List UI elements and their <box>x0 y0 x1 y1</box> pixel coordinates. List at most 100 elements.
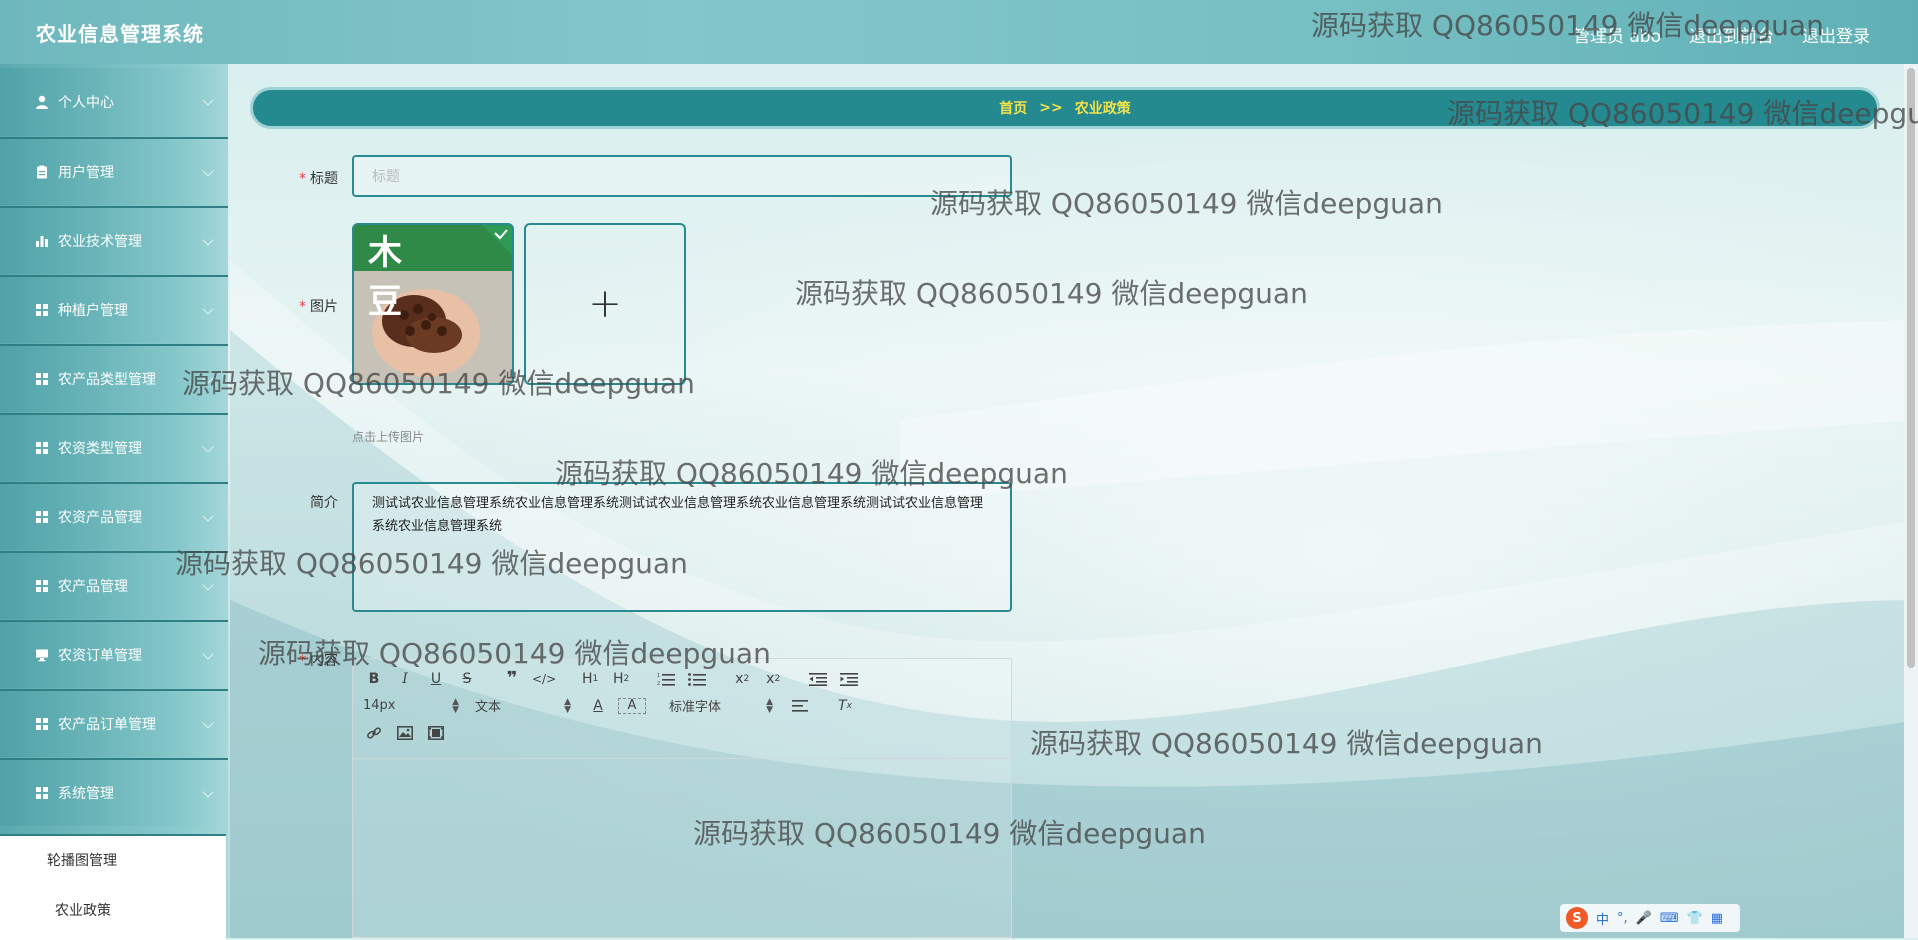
paragraph-select[interactable]: 文本 ▲ ▼ <box>475 696 571 715</box>
content-label: * 内容 <box>299 653 338 669</box>
breadcrumb: 首页 >> 农业政策 <box>250 87 1880 129</box>
heading1-icon[interactable]: H1 <box>579 669 601 689</box>
title-field[interactable] <box>352 155 1012 197</box>
sidebar-item-label: 农资订单管理 <box>58 648 142 664</box>
code-icon[interactable]: </> <box>532 669 556 689</box>
background-color-icon[interactable]: A <box>618 697 646 714</box>
top-right-links: 管理员 abo 退出到前台 退出登录 <box>1573 22 1870 47</box>
monitor-icon <box>34 647 50 663</box>
superscript-icon[interactable]: x2 <box>762 669 784 689</box>
sidebar-item-label: 农业技术管理 <box>58 234 142 250</box>
breadcrumb-home[interactable]: 首页 <box>999 98 1027 118</box>
select-arrows-icon: ▲ ▼ <box>452 696 459 715</box>
select-arrows-icon: ▲ ▼ <box>564 696 571 715</box>
plus-icon: + <box>588 281 622 327</box>
microphone-icon[interactable]: 🎤 <box>1636 911 1652 926</box>
editor-toolbar: B I U S ❞ </> H1 H2 12 x2 x2 14px ▲ ▼ 文本… <box>353 659 1011 759</box>
blockquote-icon[interactable]: ❞ <box>501 668 523 689</box>
current-user: 管理员 abo <box>1572 27 1661 47</box>
sidebar-item-0[interactable]: 个人中心 <box>0 68 228 136</box>
sidebar-item-9[interactable]: 农产品订单管理 <box>0 689 228 757</box>
heading2-icon[interactable]: H2 <box>610 669 632 689</box>
grid-icon <box>34 371 50 387</box>
breadcrumb-separator: >> <box>1039 100 1063 116</box>
back-to-front-link[interactable]: 退出到前台 <box>1689 22 1774 47</box>
grid-icon <box>34 578 50 594</box>
align-icon[interactable] <box>789 696 811 716</box>
svg-text:1: 1 <box>657 673 660 679</box>
clear-format-icon[interactable]: Tx <box>834 696 856 716</box>
submenu-item-agri-policy[interactable]: 农业政策 <box>0 886 226 936</box>
punctuation-icon[interactable]: °, <box>1617 911 1628 926</box>
chevron-down-icon <box>202 579 214 591</box>
intro-label: 简介 <box>310 495 338 511</box>
bar-chart-icon <box>34 233 50 249</box>
sidebar-item-8[interactable]: 农资订单管理 <box>0 620 228 688</box>
upload-image-button[interactable]: + <box>524 223 686 385</box>
image-label: * 图片 <box>299 299 338 315</box>
chevron-down-icon <box>202 441 214 453</box>
title-label: * 标题 <box>299 171 338 187</box>
sidebar-item-4[interactable]: 农产品类型管理 <box>0 344 228 412</box>
sidebar-item-label: 个人中心 <box>58 95 114 111</box>
sidebar-item-label: 农产品订单管理 <box>58 717 156 733</box>
chevron-down-icon <box>202 510 214 522</box>
keyboard-icon[interactable]: ⌨ <box>1660 911 1679 926</box>
sogou-logo-icon: S <box>1566 907 1588 929</box>
scrollbar-thumb[interactable] <box>1907 68 1915 668</box>
app-title: 农业信息管理系统 <box>36 22 204 46</box>
sidebar: 个人中心 用户管理 农业技术管理 种植户管理 农产品类型管理 农资类型管理 农资产品管理 农产… <box>0 64 228 940</box>
title-input[interactable] <box>354 157 1010 195</box>
strikethrough-icon[interactable]: S <box>456 669 478 689</box>
subscript-icon[interactable]: x2 <box>731 669 753 689</box>
grid-icon <box>34 785 50 801</box>
indent-icon[interactable] <box>838 669 860 689</box>
top-bar: 农业信息管理系统 管理员 abo 退出到前台 退出登录 <box>0 0 1918 64</box>
grid-icon <box>34 440 50 456</box>
sidebar-item-label: 系统管理 <box>58 786 114 802</box>
editor-content-area[interactable] <box>353 759 1011 937</box>
sidebar-item-3[interactable]: 种植户管理 <box>0 275 228 343</box>
submenu-item-carousel[interactable]: 轮播图管理 <box>0 836 226 886</box>
sidebar-item-6[interactable]: 农资产品管理 <box>0 482 228 550</box>
chevron-down-icon <box>202 786 214 798</box>
font-size-select[interactable]: 14px ▲ ▼ <box>363 696 459 715</box>
chevron-down-icon <box>202 94 214 106</box>
outdent-icon[interactable] <box>807 669 829 689</box>
rich-text-editor[interactable]: B I U S ❞ </> H1 H2 12 x2 x2 14px ▲ ▼ 文本… <box>352 658 1012 938</box>
font-color-icon[interactable]: A <box>587 696 609 716</box>
link-icon[interactable] <box>363 723 385 743</box>
grid-icon <box>34 302 50 318</box>
logout-link[interactable]: 退出登录 <box>1802 22 1870 47</box>
bold-icon[interactable]: B <box>363 669 385 689</box>
svg-text:2: 2 <box>657 681 660 686</box>
uploaded-image-thumbnail[interactable]: 木 豆 <box>352 223 514 385</box>
italic-icon[interactable]: I <box>394 669 416 689</box>
breadcrumb-current: 农业政策 <box>1074 101 1131 117</box>
chevron-down-icon <box>202 303 214 315</box>
skin-icon[interactable]: 👕 <box>1687 911 1703 926</box>
sidebar-item-label: 用户管理 <box>58 165 114 181</box>
bullet-list-icon[interactable] <box>686 669 708 689</box>
toolbox-icon[interactable]: ▦ <box>1711 911 1723 926</box>
intro-textarea[interactable]: 测试试农业信息管理系统农业信息管理系统测试试农业信息管理系统农业信息管理系统测试… <box>352 482 1012 612</box>
sidebar-item-label: 农资产品管理 <box>58 510 142 526</box>
ime-toolbar[interactable]: S 中 °, 🎤 ⌨ 👕 ▦ <box>1560 904 1740 932</box>
sidebar-item-label: 农产品类型管理 <box>58 372 156 388</box>
required-mark: * <box>299 299 306 315</box>
sidebar-item-10[interactable]: 系统管理 <box>0 758 228 826</box>
system-submenu: 轮播图管理 农业政策 <box>0 834 226 940</box>
chinese-mode-icon[interactable]: 中 <box>1596 909 1609 928</box>
sidebar-item-5[interactable]: 农资类型管理 <box>0 413 228 481</box>
sidebar-item-7[interactable]: 农产品管理 <box>0 551 228 619</box>
chevron-down-icon <box>202 717 214 729</box>
ordered-list-icon[interactable]: 12 <box>655 669 677 689</box>
font-family-select[interactable]: 标准字体 ▲ ▼ <box>669 696 773 715</box>
image-icon[interactable] <box>394 723 416 743</box>
underline-icon[interactable]: U <box>425 669 447 689</box>
chevron-down-icon <box>202 648 214 660</box>
sidebar-item-2[interactable]: 农业技术管理 <box>0 206 228 274</box>
page-scrollbar[interactable] <box>1904 64 1918 938</box>
sidebar-item-1[interactable]: 用户管理 <box>0 137 228 205</box>
video-icon[interactable] <box>425 723 447 743</box>
